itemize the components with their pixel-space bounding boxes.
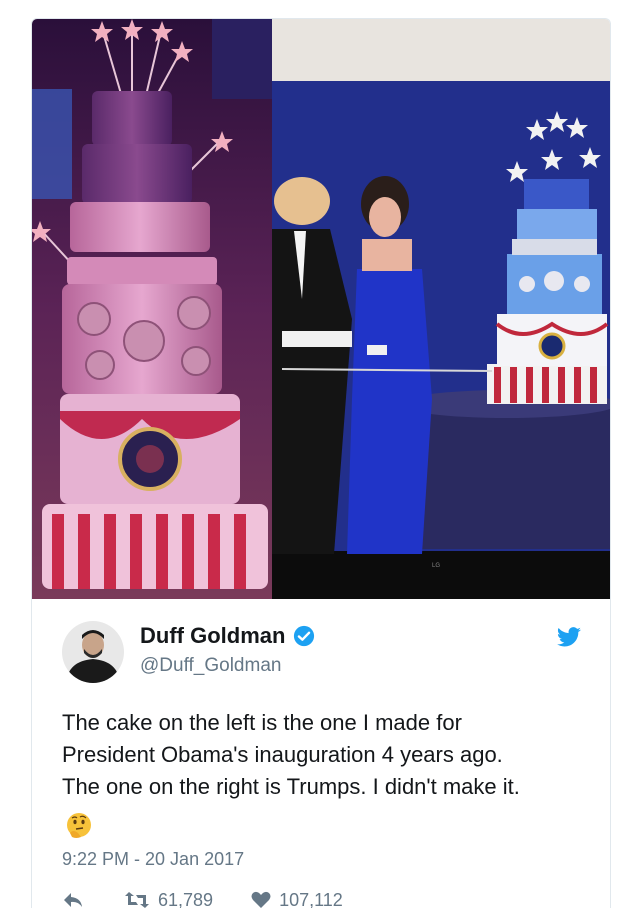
- photo-trump-cake[interactable]: LG: [272, 19, 610, 599]
- name-row: Duff Goldman: [140, 623, 315, 649]
- like-count: 107,112: [279, 889, 343, 908]
- tweet-card: LG Duff Goldman @Duff_Goldman The cake o…: [31, 18, 611, 908]
- verified-badge-icon: [294, 625, 315, 647]
- tweet-text-line: President Obama's inauguration 4 years a…: [62, 742, 503, 767]
- reply-button[interactable]: [62, 891, 84, 908]
- retweet-button[interactable]: 61,789: [124, 890, 213, 908]
- tweet-header: Duff Goldman @Duff_Goldman: [62, 617, 582, 687]
- heart-icon: [251, 891, 271, 908]
- twitter-bird-icon[interactable]: [556, 627, 582, 649]
- like-button[interactable]: 107,112: [251, 890, 343, 908]
- retweet-icon: [125, 892, 149, 908]
- tweet-text: The cake on the left is the one I made f…: [62, 707, 592, 803]
- timestamp[interactable]: 9:22 PM - 20 Jan 2017: [62, 849, 244, 870]
- tweet-media[interactable]: LG: [32, 19, 610, 599]
- retweet-count: 61,789: [158, 889, 214, 908]
- tweet-text-line: The one on the right is Trumps. I didn't…: [62, 774, 520, 799]
- tweet-text-line: The cake on the left is the one I made f…: [62, 710, 462, 735]
- avatar[interactable]: [62, 621, 124, 683]
- photo-obama-cake[interactable]: [32, 19, 272, 599]
- tv-brand-label: LG: [432, 563, 440, 569]
- thinking-face-icon: [67, 813, 91, 838]
- tweet-actions: 61,789 107,112: [62, 887, 343, 908]
- display-name[interactable]: Duff Goldman: [140, 623, 285, 649]
- reply-icon: [64, 893, 82, 907]
- handle[interactable]: @Duff_Goldman: [140, 655, 281, 677]
